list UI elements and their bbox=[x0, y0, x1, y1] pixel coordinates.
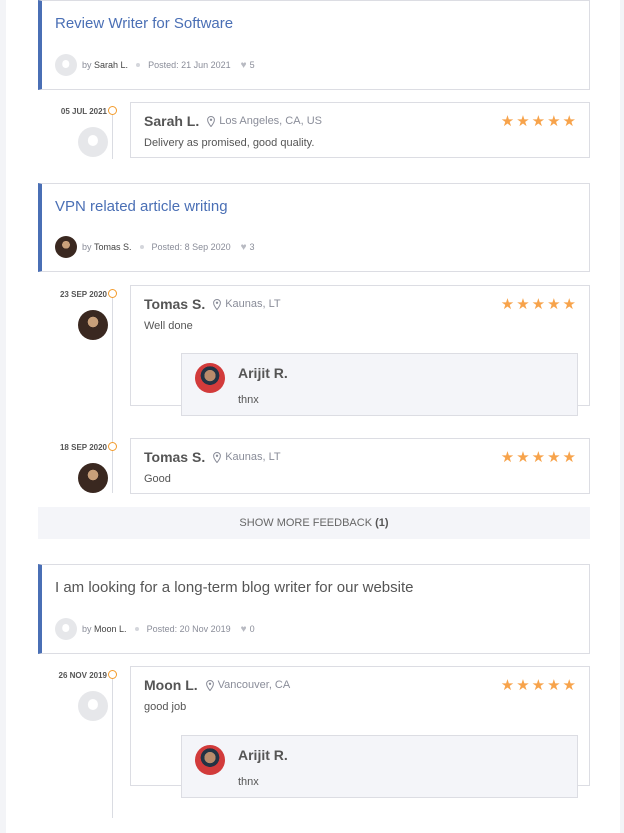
reviewer-name-row: Tomas S. Kaunas, LT bbox=[144, 449, 281, 465]
reviewer-location: Kaunas, LT bbox=[213, 298, 281, 310]
author-link[interactable]: Moon L. bbox=[94, 624, 127, 634]
review-date: 18 SEP 2020 bbox=[59, 443, 107, 452]
job-title-link[interactable]: I am looking for a long-term blog writer… bbox=[55, 579, 413, 596]
job-card: Review Writer for Software by Sarah L. P… bbox=[38, 0, 590, 90]
star-rating: ★★★★★ bbox=[500, 296, 578, 313]
job-meta: by Moon L. Posted: 20 Nov 2019 ♥ 0 bbox=[55, 618, 255, 640]
reviewer-name[interactable]: Moon L. bbox=[144, 677, 198, 693]
review-date: 05 JUL 2021 bbox=[60, 107, 107, 116]
job-meta: by Tomas S. Posted: 8 Sep 2020 ♥ 3 bbox=[55, 236, 255, 258]
map-pin-icon bbox=[205, 679, 214, 691]
reply-text: thnx bbox=[238, 394, 259, 406]
map-pin-icon bbox=[213, 451, 222, 463]
avatar bbox=[55, 618, 77, 640]
reviewer-name[interactable]: Tomas S. bbox=[144, 296, 205, 312]
star-rating: ★★★★★ bbox=[500, 449, 578, 466]
reviewer-name[interactable]: Sarah L. bbox=[144, 113, 199, 129]
reviewer-name[interactable]: Tomas S. bbox=[144, 449, 205, 465]
posted-date: Posted: 8 Sep 2020 bbox=[151, 242, 231, 252]
reviewer-name-row: Sarah L. Los Angeles, CA, US bbox=[144, 113, 322, 129]
reply-box: Arijit R. thnx bbox=[181, 353, 578, 416]
posted-date: Posted: 21 Jun 2021 bbox=[148, 60, 231, 70]
timeline-dot bbox=[108, 289, 117, 298]
show-more-feedback-button[interactable]: SHOW MORE FEEDBACK (1) bbox=[38, 507, 590, 539]
timeline-dot bbox=[108, 670, 117, 679]
author-link[interactable]: Sarah L. bbox=[94, 60, 128, 70]
review-card: Tomas S. Kaunas, LT Good ★★★★★ bbox=[130, 438, 590, 494]
review-text: Delivery as promised, good quality. bbox=[144, 137, 315, 149]
reply-author[interactable]: Arijit R. bbox=[238, 365, 288, 381]
avatar bbox=[195, 745, 225, 775]
review-text: Good bbox=[144, 473, 171, 485]
reviewer-location: Los Angeles, CA, US bbox=[207, 115, 322, 127]
separator-dot bbox=[136, 63, 141, 67]
timeline-line bbox=[112, 674, 113, 818]
review-date: 23 SEP 2020 bbox=[59, 290, 107, 299]
review-card: Tomas S. Kaunas, LT Well done ★★★★★ Arij… bbox=[130, 285, 590, 416]
location-text: Kaunas, LT bbox=[225, 298, 281, 310]
heart-icon: ♥ bbox=[240, 59, 247, 71]
job-meta: by Sarah L. Posted: 21 Jun 2021 ♥ 5 bbox=[55, 54, 255, 76]
location-text: Vancouver, CA bbox=[217, 679, 291, 691]
review-text: good job bbox=[144, 701, 187, 713]
heart-icon: ♥ bbox=[240, 623, 247, 635]
job-title-link[interactable]: VPN related article writing bbox=[55, 198, 228, 215]
show-more-count: (1) bbox=[375, 517, 389, 529]
review-card: Moon L. Vancouver, CA good job ★★★★★ Ari… bbox=[130, 666, 590, 798]
reviewer-name-row: Moon L. Vancouver, CA bbox=[144, 677, 290, 693]
job-card: I am looking for a long-term blog writer… bbox=[38, 564, 590, 654]
review-text: Well done bbox=[144, 320, 193, 332]
map-pin-icon bbox=[207, 115, 216, 127]
reviewer-avatar bbox=[78, 127, 108, 157]
job-title-link[interactable]: Review Writer for Software bbox=[55, 15, 233, 32]
like-count: 3 bbox=[249, 242, 255, 252]
by-label: by bbox=[82, 242, 92, 252]
timeline-line bbox=[112, 293, 113, 493]
star-rating: ★★★★★ bbox=[500, 677, 578, 694]
by-label: by bbox=[82, 60, 92, 70]
reviewer-name-row: Tomas S. Kaunas, LT bbox=[144, 296, 281, 312]
review-date: 26 NOV 2019 bbox=[58, 671, 107, 680]
location-text: Los Angeles, CA, US bbox=[219, 115, 322, 127]
reply-box: Arijit R. thnx bbox=[181, 735, 578, 798]
reviewer-avatar bbox=[78, 310, 108, 340]
show-more-label: SHOW MORE FEEDBACK bbox=[239, 517, 373, 529]
author-link[interactable]: Tomas S. bbox=[94, 242, 132, 252]
timeline-dot bbox=[108, 106, 117, 115]
job-card: VPN related article writing by Tomas S. … bbox=[38, 183, 590, 272]
like-count: 5 bbox=[249, 60, 255, 70]
like-count: 0 bbox=[249, 624, 255, 634]
heart-icon: ♥ bbox=[240, 241, 247, 253]
reply-author[interactable]: Arijit R. bbox=[238, 747, 288, 763]
timeline-line bbox=[112, 109, 113, 159]
separator-dot bbox=[134, 627, 139, 631]
avatar bbox=[195, 363, 225, 393]
avatar bbox=[55, 54, 77, 76]
timeline-dot bbox=[108, 442, 117, 451]
reviewer-location: Kaunas, LT bbox=[213, 451, 281, 463]
reply-text: thnx bbox=[238, 776, 259, 788]
reviewer-avatar bbox=[78, 463, 108, 493]
star-rating: ★★★★★ bbox=[500, 113, 578, 130]
by-label: by bbox=[82, 624, 92, 634]
reviewer-location: Vancouver, CA bbox=[205, 679, 291, 691]
map-pin-icon bbox=[213, 298, 222, 310]
avatar bbox=[55, 236, 77, 258]
location-text: Kaunas, LT bbox=[225, 451, 281, 463]
separator-dot bbox=[139, 245, 144, 249]
reviewer-avatar bbox=[78, 691, 108, 721]
posted-date: Posted: 20 Nov 2019 bbox=[146, 624, 231, 634]
review-card: Sarah L. Los Angeles, CA, US Delivery as… bbox=[130, 102, 590, 158]
